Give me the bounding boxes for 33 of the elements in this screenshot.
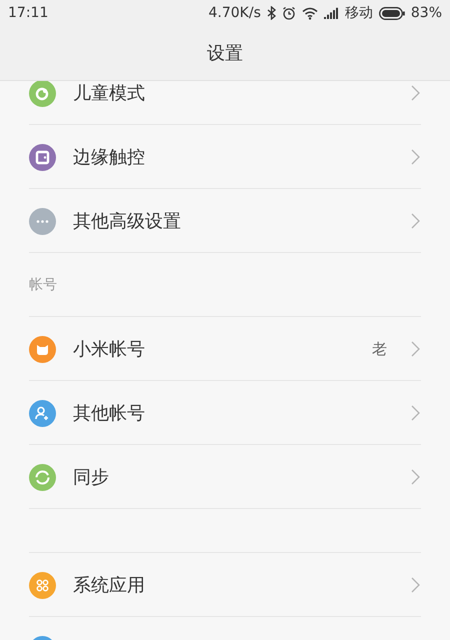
alarm-icon [282,6,296,20]
page-title: 设置 [207,42,243,65]
network-speed: 4.70K/s [208,5,261,21]
settings-item[interactable]: 同步 [0,445,450,509]
bluetooth-icon [266,6,276,20]
item-value: 老 [372,340,387,358]
settings-item[interactable]: 儿童模式 [0,81,450,125]
chevron-icon [411,577,420,593]
settings-item[interactable]: 其他帐号 [0,381,450,445]
settings-item[interactable]: 系统应用 [0,553,450,617]
section-header: 帐号 [29,276,57,294]
item-label: 边缘触控 [73,146,146,169]
carrier-name: 移动 [344,4,373,22]
item-label: 其他帐号 [73,402,146,425]
item-label: 系统应用 [73,574,146,597]
item-label: 儿童模式 [73,82,146,105]
chevron-icon [411,213,420,229]
settings-item[interactable]: 边缘触控 [0,125,450,189]
battery-percent: 83% [410,5,442,21]
chevron-icon [411,341,420,357]
chevron-icon [411,85,420,101]
chevron-icon [411,469,420,485]
wifi-icon [302,6,318,20]
item-label: 同步 [73,466,110,489]
battery-icon [378,6,405,20]
settings-item[interactable]: 小米帐号 老 [0,317,450,381]
settings-item[interactable]: 其他高级设置 [0,189,450,253]
item-label: 其他高级设置 [73,210,182,233]
clock: 17:11 [8,5,48,21]
chevron-icon [411,405,420,421]
signal-icon [324,7,339,19]
item-label: 小米帐号 [73,338,146,361]
chevron-icon [411,149,420,165]
